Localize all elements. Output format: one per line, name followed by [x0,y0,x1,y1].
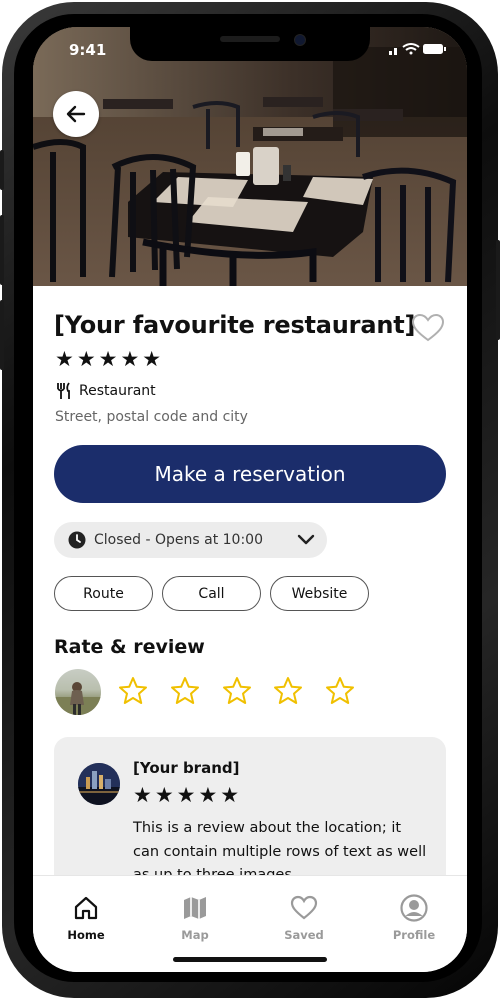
rate-star-2-icon[interactable] [169,675,201,707]
make-reservation-button[interactable]: Make a reservation [54,445,446,503]
home-indicator [173,957,327,962]
status-icons [389,41,447,60]
app-screen: 9:41 [Your favourite restaurant] ★★★★★ R… [33,27,467,972]
nav-label-home: Home [67,928,105,942]
reviewer-name: [Your brand] [133,759,240,777]
nav-label-map: Map [181,928,209,942]
map-icon [184,897,206,919]
back-button[interactable] [53,91,99,137]
review-stars: ★★★★★ [133,783,243,807]
reviewer-avatar [78,763,120,805]
page-title: [Your favourite restaurant] [54,311,416,339]
opening-hours-dropdown[interactable]: Closed - Opens at 10:00 [54,522,327,558]
nav-item-profile[interactable]: Profile [374,894,454,950]
phone-side-button [0,215,4,285]
nav-label-profile: Profile [392,928,436,942]
nav-item-home[interactable]: Home [46,894,126,950]
chevron-down-icon [297,534,315,546]
battery-icon [423,44,446,54]
nav-item-saved[interactable]: Saved [264,894,344,950]
wifi-icon [402,43,420,55]
rate-star-4-icon[interactable] [272,675,304,707]
home-icon [74,896,98,920]
rate-review-heading: Rate & review [54,636,205,658]
rate-star-3-icon[interactable] [221,675,253,707]
user-avatar [55,669,101,715]
phone-side-button [496,240,500,340]
phone-side-button [0,300,4,370]
category-row: Restaurant [55,382,156,400]
route-button[interactable]: Route [54,576,153,611]
heart-icon [290,895,318,920]
signal-icon [389,48,397,55]
call-button[interactable]: Call [162,576,261,611]
profile-icon [400,894,428,922]
clock-icon [68,531,86,549]
heart-outline-icon [411,313,445,342]
address: Street, postal code and city [55,409,248,425]
nav-item-map[interactable]: Map [155,894,235,950]
fork-knife-icon [55,382,73,400]
rate-star-1-icon[interactable] [117,675,149,707]
restaurant-photo [33,27,467,286]
favourite-button[interactable] [411,313,445,343]
nav-label-saved: Saved [284,928,324,942]
category-label: Restaurant [79,383,156,399]
rating-stars: ★★★★★ [55,347,165,371]
phone-notch [130,27,370,61]
phone-side-button [0,150,4,190]
status-time: 9:41 [69,41,107,59]
website-button[interactable]: Website [270,576,369,611]
rate-star-5-icon[interactable] [324,675,356,707]
opening-hours-text: Closed - Opens at 10:00 [94,532,263,548]
arrow-left-icon [66,105,86,123]
